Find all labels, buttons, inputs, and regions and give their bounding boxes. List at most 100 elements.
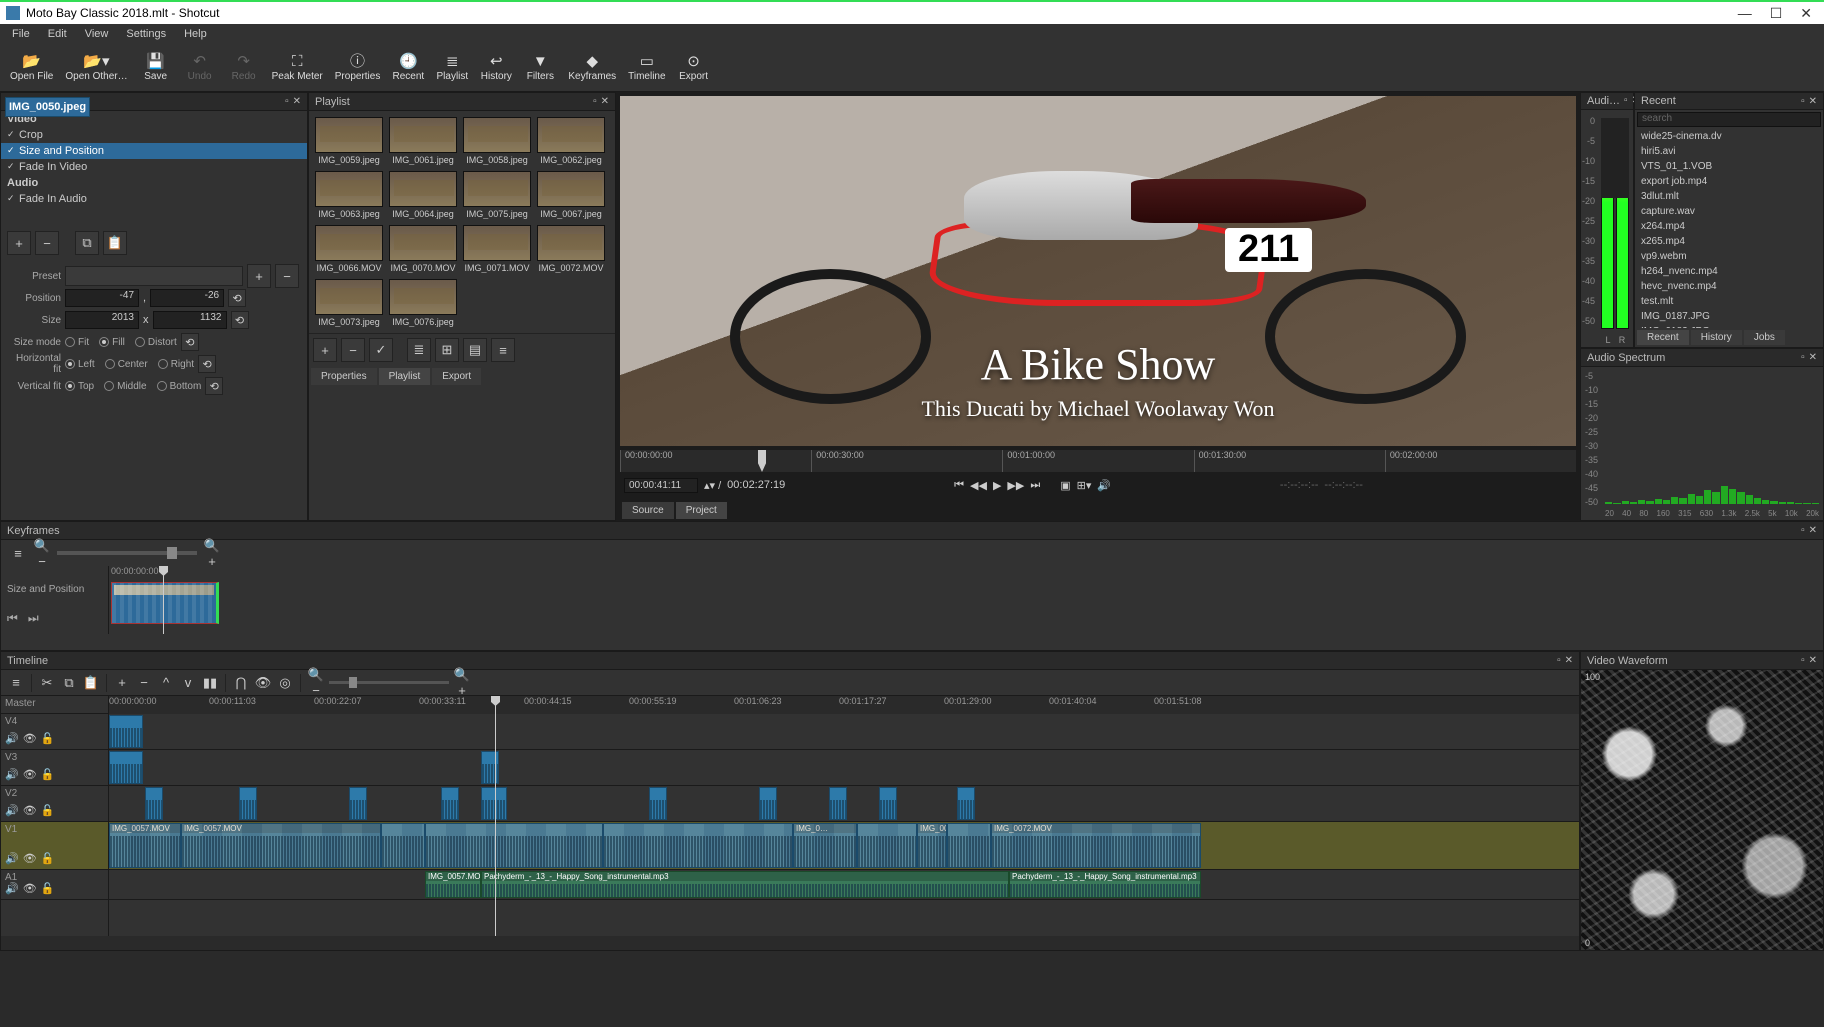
panel-pop-icon[interactable]: ▫ <box>593 96 597 107</box>
timeline-clip[interactable]: IMG_007 <box>917 823 947 868</box>
playlist-item[interactable]: IMG_0061.jpeg <box>389 117 457 165</box>
close-button[interactable]: ✕ <box>1800 5 1812 22</box>
panel-pop-icon[interactable]: ▫ <box>1557 655 1561 666</box>
timeline-clip[interactable] <box>109 715 143 748</box>
playlist-item[interactable]: IMG_0073.jpeg <box>315 279 383 327</box>
tl-ripple-button[interactable]: ◎ <box>276 675 294 691</box>
filter-item[interactable]: Size and Position <box>1 143 307 159</box>
recent-item[interactable]: VTS_01_1.VOB <box>1635 159 1823 174</box>
tl-menu-button[interactable]: ≡ <box>7 675 25 690</box>
tab-recent[interactable]: Recent <box>1637 330 1689 345</box>
zoom-fit-button[interactable]: ▣ <box>1060 479 1070 492</box>
timeline-clip[interactable] <box>425 823 603 868</box>
toolbar-timeline-button[interactable]: ▭Timeline <box>624 46 669 90</box>
track-header-V4[interactable]: V4🔊👁🔓 <box>1 714 108 750</box>
tab-source[interactable]: Source <box>622 502 674 519</box>
panel-close-icon[interactable]: ✕ <box>1809 96 1817 107</box>
vfit-radio-bottom[interactable]: Bottom <box>157 381 202 392</box>
panel-pop-icon[interactable]: ▫ <box>285 96 289 107</box>
size-h-input[interactable]: 1132 <box>153 311 227 329</box>
panel-close-icon[interactable]: ✕ <box>1809 655 1817 666</box>
track-lock-button[interactable]: 🔓 <box>41 882 55 895</box>
panel-pop-icon[interactable]: ▫ <box>1801 655 1805 666</box>
playlist-item[interactable]: IMG_0058.jpeg <box>463 117 531 165</box>
playlist-item[interactable]: IMG_0071.MOV <box>463 225 531 273</box>
playlist-list-view-button[interactable]: ≣ <box>407 338 431 362</box>
tl-copy-button[interactable]: ⧉ <box>60 675 78 691</box>
playlist-grid-view-button[interactable]: ⊞ <box>435 338 459 362</box>
timeline-clip[interactable] <box>239 787 257 820</box>
panel-close-icon[interactable]: ✕ <box>293 96 301 107</box>
sizemode-radio-distort[interactable]: Distort <box>135 337 177 348</box>
track-hide-button[interactable]: 👁 <box>23 882 37 895</box>
playlist-check-button[interactable]: ✓ <box>369 338 393 362</box>
toolbar-properties-button[interactable]: ⓘProperties <box>331 46 385 90</box>
recent-item[interactable]: export job.mp4 <box>1635 174 1823 189</box>
timeline-clip[interactable] <box>879 787 897 820</box>
panel-pop-icon[interactable]: ▫ <box>1801 525 1805 536</box>
paste-filter-button[interactable]: 📋 <box>103 231 127 255</box>
sizemode-radio-fill[interactable]: Fill <box>99 337 125 348</box>
vfit-radio-top[interactable]: Top <box>65 381 94 392</box>
position-y-input[interactable]: -26 <box>150 289 224 307</box>
tl-zoom-out-button[interactable]: 🔍− <box>307 667 325 698</box>
timeline-clip[interactable] <box>481 787 507 820</box>
toolbar-export-button[interactable]: ⊙Export <box>674 46 714 90</box>
toolbar-open-file-button[interactable]: 📂Open File <box>6 46 57 90</box>
kf-zoom-in-button[interactable]: 🔍+ <box>203 538 221 569</box>
position-reset-button[interactable]: ⟲ <box>228 289 246 307</box>
toolbar-history-button[interactable]: ↩History <box>476 46 516 90</box>
timeline-clip[interactable] <box>857 823 917 868</box>
tl-append-button[interactable]: + <box>113 675 131 690</box>
playlist-item[interactable]: IMG_0063.jpeg <box>315 171 383 219</box>
tl-lift-button[interactable]: ^ <box>157 675 175 690</box>
track-mute-button[interactable]: 🔊 <box>5 852 19 865</box>
recent-item[interactable]: capture.wav <box>1635 204 1823 219</box>
toolbar-keyframes-button[interactable]: ◆Keyframes <box>564 46 620 90</box>
recent-item[interactable]: hevc_nvenc.mp4 <box>1635 279 1823 294</box>
track-hide-button[interactable]: 👁 <box>23 852 37 865</box>
filter-item[interactable]: Crop <box>1 127 307 143</box>
track-mute-button[interactable]: 🔊 <box>5 768 19 781</box>
playlist-menu-button[interactable]: ≡ <box>491 338 515 362</box>
tl-paste-button[interactable]: 📋 <box>82 675 100 691</box>
recent-item[interactable]: x265.mp4 <box>1635 234 1823 249</box>
preview-ruler[interactable]: 00:00:00:0000:00:30:0000:01:00:0000:01:3… <box>620 450 1576 472</box>
track-mute-button[interactable]: 🔊 <box>5 732 19 745</box>
timeline-clip[interactable] <box>603 823 793 868</box>
panel-pop-icon[interactable]: ▫ <box>1801 352 1805 363</box>
track-hide-button[interactable]: 👁 <box>23 732 37 745</box>
recent-item[interactable]: IMG_0187.JPG <box>1635 309 1823 324</box>
timeline-clip[interactable] <box>957 787 975 820</box>
hfit-radio-center[interactable]: Center <box>105 359 148 370</box>
filter-item[interactable]: Fade In Video <box>1 159 307 175</box>
tab-playlist[interactable]: Playlist <box>379 368 431 385</box>
tl-overwrite-button[interactable]: v <box>179 675 197 690</box>
kf-menu-button[interactable]: ≡ <box>9 546 27 561</box>
menu-view[interactable]: View <box>77 26 117 42</box>
kf-zoom-out-button[interactable]: 🔍− <box>33 538 51 569</box>
rewind-button[interactable]: ◀◀ <box>970 479 987 492</box>
recent-item[interactable]: h264_nvenc.mp4 <box>1635 264 1823 279</box>
playlist-item[interactable]: IMG_0067.jpeg <box>537 171 605 219</box>
track-lock-button[interactable]: 🔓 <box>41 732 55 745</box>
copy-filter-button[interactable]: ⧉ <box>75 231 99 255</box>
vfit-radio-middle[interactable]: Middle <box>104 381 146 392</box>
playlist-tiles-view-button[interactable]: ▤ <box>463 338 487 362</box>
menu-file[interactable]: File <box>4 26 38 42</box>
playlist-item[interactable]: IMG_0062.jpeg <box>537 117 605 165</box>
timeline-scrollbar[interactable] <box>1 936 1579 950</box>
track-header-A1[interactable]: A1🔊👁🔓 <box>1 870 108 900</box>
playlist-item[interactable]: IMG_0072.MOV <box>537 225 605 273</box>
toolbar-save-button[interactable]: 💾Save <box>136 46 176 90</box>
toolbar-peak-meter-button[interactable]: ⛶Peak Meter <box>268 46 327 90</box>
timeline-clip[interactable] <box>109 751 143 784</box>
preview-viewport[interactable]: 211 A Bike Show This Ducati by Michael W… <box>620 96 1576 446</box>
timeline-clip[interactable] <box>759 787 777 820</box>
timeline-clip[interactable] <box>649 787 667 820</box>
panel-close-icon[interactable]: ✕ <box>1809 525 1817 536</box>
sizemode-radio-fit[interactable]: Fit <box>65 337 89 348</box>
menu-settings[interactable]: Settings <box>118 26 174 42</box>
tab-export[interactable]: Export <box>432 368 481 385</box>
playlist-remove-button[interactable]: − <box>341 338 365 362</box>
